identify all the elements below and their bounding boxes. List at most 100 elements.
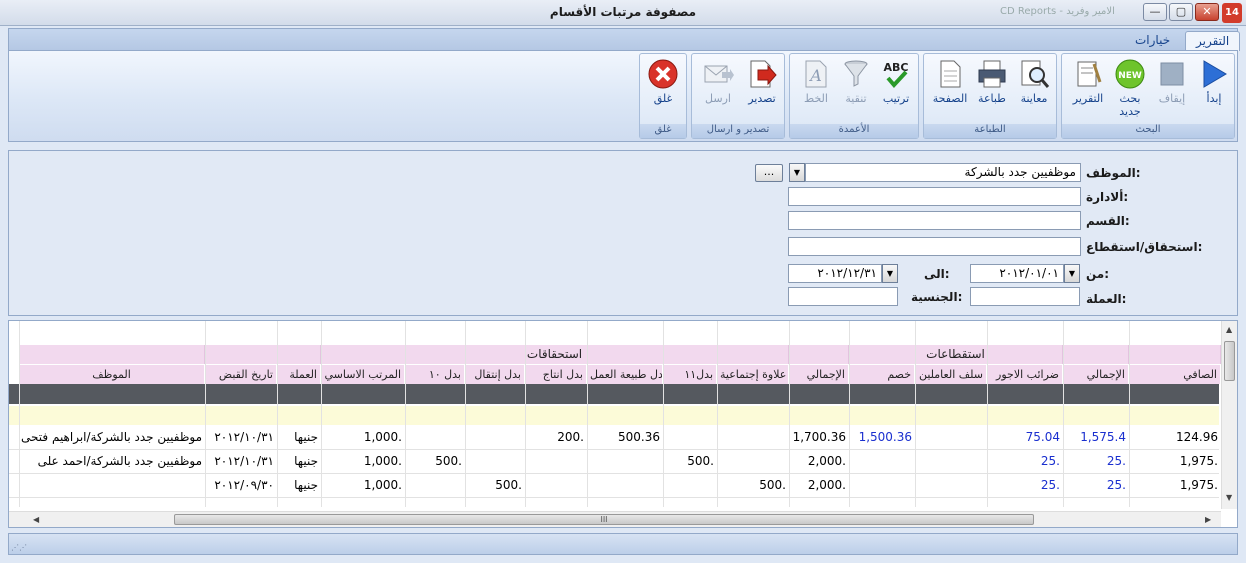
background-window-title: CD Reports - الامير وفريد bbox=[1000, 6, 1115, 17]
cell-pay-date: ٢٠١٢/١٠/٣١ bbox=[214, 430, 274, 444]
scroll-down-icon[interactable]: ▼ bbox=[1226, 493, 1232, 502]
column-header-currency[interactable]: العملة bbox=[277, 365, 321, 384]
cell-transport: 500. bbox=[495, 478, 522, 492]
resize-grip-icon[interactable]: ⋰⋰ bbox=[11, 543, 27, 552]
column-header-total-ent[interactable]: الإجمالي bbox=[789, 365, 849, 384]
entitlement-label: استحقاق/استقطاع: bbox=[1086, 240, 1203, 254]
column-header-social-bonus[interactable]: علاوة إجتماعية bbox=[717, 365, 789, 384]
entitlements-group-header: استحقاقات bbox=[321, 345, 789, 364]
preview-icon bbox=[1021, 60, 1050, 88]
to-date-field[interactable]: ٢٠١٢/١٢/٣١ bbox=[788, 264, 882, 283]
table-row[interactable]: 1,975. 25. 25. 2,000. 500. 500. 1,000. جنيها ٢٠١… bbox=[9, 450, 1221, 473]
salary-grid: استقطاعات استحقاقات الصافي الإجمالي ضرائب … bbox=[8, 320, 1238, 528]
from-date-field[interactable]: ٢٠١٢/٠١/٠١ bbox=[970, 264, 1064, 283]
group-close: غلق غلق bbox=[639, 53, 687, 139]
filter-icon bbox=[844, 60, 868, 87]
administration-field[interactable] bbox=[788, 187, 1081, 206]
filter-panel: الموظف: موظفيين جدد بالشركة ▼ ... ألادار… bbox=[8, 150, 1238, 316]
close-report-button[interactable]: غلق bbox=[643, 58, 683, 120]
tab-options[interactable]: خيارات bbox=[1125, 31, 1180, 51]
group-print: معاينة طباعة الصفحة الطباعة bbox=[923, 53, 1057, 139]
vertical-scroll-thumb[interactable] bbox=[1224, 341, 1235, 381]
column-header-worker-advance[interactable]: سلف العاملين bbox=[915, 365, 987, 384]
printer-icon bbox=[978, 60, 1006, 88]
column-header-total-ded[interactable]: الإجمالي bbox=[1063, 365, 1129, 384]
horizontal-scrollbar[interactable]: ◀ III ▶ bbox=[9, 511, 1221, 527]
export-button[interactable]: تصدير bbox=[742, 58, 782, 120]
column-header-discount[interactable]: خصم bbox=[849, 365, 915, 384]
employee-field[interactable]: موظفيين جدد بالشركة bbox=[805, 163, 1081, 182]
vertical-scrollbar[interactable]: ▲ ▼ bbox=[1221, 321, 1237, 509]
send-button[interactable]: ارسل bbox=[698, 58, 738, 120]
cell-basic-salary: 1,000. bbox=[363, 430, 402, 444]
column-header-pay-date[interactable]: تاريخ القبض bbox=[205, 365, 277, 384]
to-date-dropdown[interactable]: ▼ bbox=[882, 264, 898, 283]
sort-button[interactable]: ABC ترتيب bbox=[876, 58, 916, 120]
cell-total-ent: 1,700.36 bbox=[792, 430, 846, 444]
page-setup-button[interactable]: الصفحة bbox=[930, 58, 970, 120]
group-label-columns: الأعمدة bbox=[790, 124, 918, 138]
cell-production: 200. bbox=[557, 430, 584, 444]
employee-label: الموظف: bbox=[1086, 166, 1141, 180]
cell-net: 1,975. bbox=[1179, 454, 1218, 468]
column-header-wage-tax[interactable]: ضرائب الاجور bbox=[987, 365, 1063, 384]
font-button[interactable]: A الخط bbox=[796, 58, 836, 120]
sort-abc-icon: ABC bbox=[884, 61, 908, 89]
tab-report[interactable]: التقرير bbox=[1185, 31, 1241, 51]
svg-text:A: A bbox=[808, 66, 822, 85]
report-button[interactable]: التقرير bbox=[1068, 58, 1108, 120]
group-columns: ABC ترتيب تنقية A الخط الأعمدة bbox=[789, 53, 919, 139]
cell-allow10: 500. bbox=[435, 454, 462, 468]
table-row[interactable]: 124.96 1,575.4 75.04 1,500.36 1,700.36 500.36… bbox=[9, 426, 1221, 449]
app-icon: 14 bbox=[1222, 3, 1242, 23]
scroll-left-icon[interactable]: ◀ bbox=[33, 515, 39, 524]
column-header-employee[interactable]: الموظف bbox=[19, 365, 205, 384]
preview-button[interactable]: معاينة bbox=[1014, 58, 1054, 120]
cell-discount: 1,500.36 bbox=[858, 430, 912, 444]
close-circle-icon bbox=[648, 59, 678, 89]
column-header-work-nature[interactable]: بدل طبيعة العمل bbox=[587, 365, 663, 384]
print-button[interactable]: طباعة bbox=[972, 58, 1012, 120]
employee-browse-button[interactable]: ... bbox=[755, 164, 783, 182]
cell-total-ded: 1,575.4 bbox=[1080, 430, 1126, 444]
cell-allow11: 500. bbox=[687, 454, 714, 468]
export-icon bbox=[750, 60, 777, 88]
from-date-dropdown[interactable]: ▼ bbox=[1064, 264, 1080, 283]
scroll-right-icon[interactable]: ▶ bbox=[1205, 515, 1211, 524]
entitlement-field[interactable] bbox=[788, 237, 1081, 256]
column-header-transport[interactable]: بدل إنتقال bbox=[465, 365, 525, 384]
group-label-close: غلق bbox=[640, 124, 686, 138]
cell-pay-date: ٢٠١٢/٠٩/٣٠ bbox=[214, 478, 274, 492]
status-bar: ⋰⋰ bbox=[8, 533, 1238, 555]
nationality-field[interactable] bbox=[788, 287, 898, 306]
administration-label: ألادارة: bbox=[1086, 190, 1129, 204]
title-bar: — ▢ ✕ مصفوفة مرتبات الأقسام CD Reports -… bbox=[0, 0, 1246, 26]
stop-button[interactable]: إيقاف bbox=[1152, 58, 1192, 120]
cell-currency: جنيها bbox=[294, 430, 318, 444]
cell-wage-tax: 25. bbox=[1040, 478, 1060, 492]
stop-icon bbox=[1160, 62, 1184, 86]
new-search-button[interactable]: NEW بحث جديد bbox=[1110, 58, 1150, 120]
table-row[interactable]: 1,975. 25. 25. 2,000. 500. 500. 1,000. جنيها ٢٠١… bbox=[9, 474, 1221, 497]
column-header-basic-salary[interactable]: المرتب الاساسي bbox=[321, 365, 405, 384]
department-field[interactable] bbox=[788, 211, 1081, 230]
horizontal-scroll-thumb[interactable]: III bbox=[174, 514, 1034, 525]
play-icon bbox=[1203, 60, 1227, 88]
start-button[interactable]: إبدأ bbox=[1194, 58, 1234, 120]
employee-group-header bbox=[19, 345, 205, 364]
scroll-up-icon[interactable]: ▲ bbox=[1226, 325, 1232, 334]
filter-button[interactable]: تنقية bbox=[836, 58, 876, 120]
currency-field[interactable] bbox=[970, 287, 1080, 306]
column-header-allow10[interactable]: بدل ١٠ bbox=[405, 365, 465, 384]
ribbon-tab-strip: التقرير خيارات bbox=[8, 28, 1241, 51]
column-header-production[interactable]: بدل انتاج bbox=[525, 365, 587, 384]
employee-dropdown-arrow[interactable]: ▼ bbox=[789, 163, 805, 182]
cell-employee: موظفيين جدد بالشركة/ابراهيم فتحى bbox=[21, 430, 202, 444]
column-header-allow11[interactable]: بدل١١ bbox=[663, 365, 717, 384]
cell-total-ded: 25. bbox=[1106, 454, 1126, 468]
column-header-net[interactable]: الصافي bbox=[1129, 365, 1221, 384]
total-ded-group-header bbox=[1063, 345, 1129, 364]
filter-row[interactable] bbox=[9, 406, 1219, 425]
cell-total-ent: 2,000. bbox=[807, 454, 846, 468]
cell-social-bonus: 500. bbox=[759, 478, 786, 492]
